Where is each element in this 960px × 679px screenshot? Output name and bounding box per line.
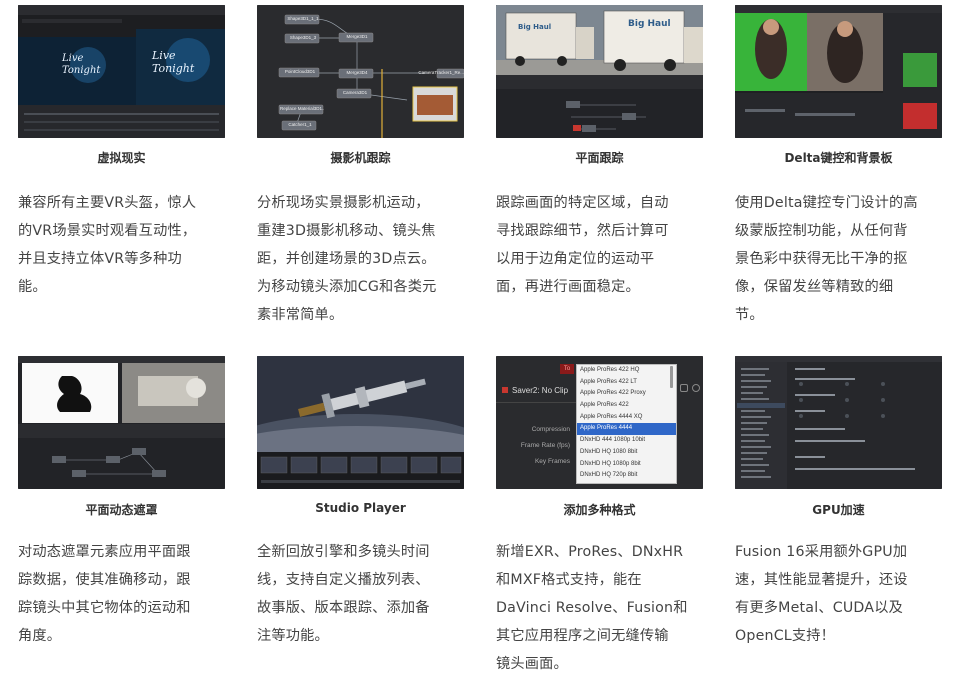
truck-label-1: Big Haul xyxy=(518,23,552,31)
vr-live-text-2: Live Tonight xyxy=(152,49,195,75)
vr-live-text-1: Live Tonight xyxy=(62,53,101,76)
codec-option[interactable]: Apple ProRes 4444 XQ xyxy=(577,412,676,424)
feature-title: 虚拟现实 xyxy=(97,151,146,165)
saver-label: Saver2: No Clip xyxy=(512,386,569,395)
feature-title: 摄影机跟踪 xyxy=(330,151,391,165)
node-graph-screenshot xyxy=(257,5,464,138)
codec-dropdown-menu[interactable]: Apple ProRes 422 HQ Apple ProRes 422 LT Ap… xyxy=(576,364,677,484)
saver-node-icon xyxy=(502,387,508,393)
feature-title: Studio Player xyxy=(315,501,406,515)
studio-player-screenshot xyxy=(257,356,464,489)
menu-scrollbar[interactable] xyxy=(670,366,673,388)
tab-label: To xyxy=(560,364,574,374)
gpu-preferences-screenshot xyxy=(735,356,942,489)
codec-option[interactable]: DNxHD 444 1080p 10bit xyxy=(577,435,676,447)
feature-description: Fusion 16采用额外GPU加 速，其性能显著提升，还设 有更多Metal、… xyxy=(735,544,908,644)
param-frame-rate: Frame Rate (fps) xyxy=(520,442,570,449)
param-key-frames: Key Frames xyxy=(534,458,570,465)
codec-option[interactable]: DNxHD HQ 720p 8bit xyxy=(577,470,676,482)
truck-label-2: Big Haul xyxy=(628,19,671,29)
codec-option[interactable]: Apple ProRes 422 HQ xyxy=(577,365,676,377)
feature-description: 全新回放引擎和多镜头时间 线，支持自定义播放列表、 故事版、版本跟踪、添加备 注… xyxy=(257,544,430,644)
planar-tracker-screenshot: Big Haul Big Haul xyxy=(496,5,703,138)
feature-description: 兼容所有主要VR头盔，惊人 的VR场景实时观看互动性， 并且支持立体VR等多种功… xyxy=(18,195,197,295)
vr-screenshot: Live Tonight Live Tonight xyxy=(18,5,225,138)
feature-description: 新增EXR、ProRes、DNxHR 和MXF格式支持，能在 DaVinci R… xyxy=(496,544,688,672)
divider xyxy=(496,402,576,403)
reset-icon[interactable] xyxy=(692,384,700,392)
codec-option[interactable]: Apple ProRes 4444 xyxy=(577,423,676,436)
codec-option[interactable]: Apple ProRes 422 Proxy xyxy=(577,388,676,400)
feature-description: 分析现场实景摄影机运动， 重建3D摄影机移动、镜头焦 距，并创建场景的3D点云。… xyxy=(257,195,437,323)
formats-screenshot: To Saver2: No Clip Compression Frame Rat… xyxy=(496,356,703,489)
feature-title: 添加多种格式 xyxy=(563,503,636,517)
feature-description: 对动态遮罩元素应用平面跟 踪数据，使其准确移动，跟 踪镜头中其它物体的运动和 角… xyxy=(18,544,191,644)
lock-icon[interactable] xyxy=(680,384,688,392)
delta-keyer-screenshot xyxy=(735,5,942,138)
planar-mask-screenshot xyxy=(18,356,225,489)
feature-description: 跟踪画面的特定区域，自动 寻找跟踪细节，然后计算可 以用于边角定位的运动平 面，… xyxy=(496,195,669,295)
feature-title: 平面跟踪 xyxy=(575,151,624,165)
codec-option[interactable]: DNxHD HQ 1080 8bit xyxy=(577,447,676,459)
codec-option[interactable]: Apple ProRes 422 xyxy=(577,400,676,412)
codec-option[interactable]: Apple ProRes 422 LT xyxy=(577,377,676,389)
feature-title: 平面动态遮罩 xyxy=(85,503,158,517)
param-compression: Compression xyxy=(531,426,570,433)
codec-option[interactable]: DNxHD HQ 1080p 8bit xyxy=(577,459,676,471)
feature-title: GPU加速 xyxy=(812,503,865,517)
feature-description: 使用Delta键控专门设计的高 级蒙版控制功能，从任何背 景色彩中获得无比干净的… xyxy=(735,195,918,323)
feature-title: Delta键控和背景板 xyxy=(784,151,893,165)
